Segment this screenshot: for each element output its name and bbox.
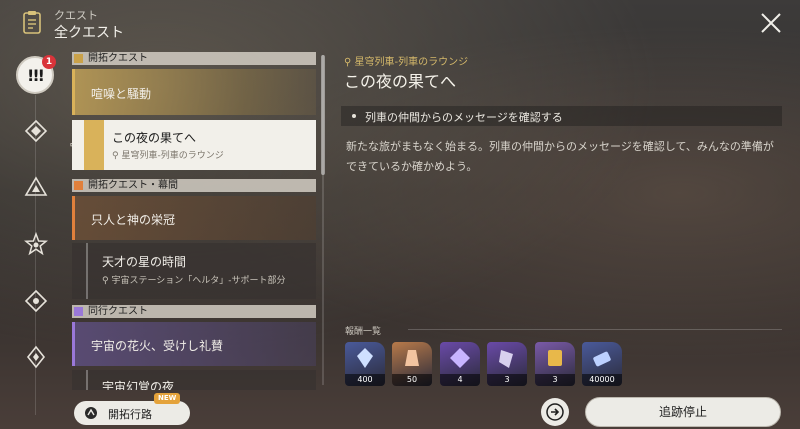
- quest-item[interactable]: 只人と神の栄冠: [72, 196, 316, 240]
- navigate-arrow-icon: [546, 403, 564, 421]
- reward-item[interactable]: 4: [440, 342, 480, 386]
- trailblaze-path-button[interactable]: 開拓行路 NEW: [74, 393, 190, 425]
- quest-item[interactable]: 宇宙幻覚の夜: [72, 370, 316, 390]
- rewards-title: 報酬一覧: [345, 327, 382, 337]
- trailblaze-diamond-icon: [24, 119, 48, 143]
- section-label: 同行クエスト: [88, 306, 148, 317]
- reward-count: 3: [535, 374, 575, 386]
- quest-location-text: 宇宙ステーション「ヘルタ」-サポート部分: [111, 276, 286, 286]
- quest-description: 新たな旅がまもなく始まる。列車の仲間からのメッセージを確認して、みんなの準備がで…: [346, 140, 774, 173]
- section-label: 開拓クエスト: [88, 53, 148, 64]
- objective-text: 列車の仲間からのメッセージを確認する: [365, 111, 563, 124]
- sub-quest-indicator: [86, 370, 88, 390]
- reward-count: 3: [487, 374, 527, 386]
- quest-item-selected[interactable]: この夜の果てへ ⚲ 星穹列車-列車のラウンジ: [72, 120, 316, 170]
- reward-count: 50: [392, 374, 432, 386]
- quest-objective: 列車の仲間からのメッセージを確認する: [341, 106, 782, 126]
- reward-count: 40000: [582, 374, 622, 386]
- reward-count: 4: [440, 374, 480, 386]
- stop-tracking-button[interactable]: 追跡停止: [585, 397, 781, 427]
- quest-list[interactable]: 開拓クエスト 喧噪と騒動 この夜の果てへ ⚲ 星穹列車-列車のラウンジ 開拓クエ…: [72, 52, 316, 390]
- quest-title: 宇宙の花火、受けし礼賛: [91, 339, 224, 353]
- companion-category-icon: [74, 307, 83, 316]
- sub-quest-indicator: [86, 243, 88, 299]
- path-icon: [85, 407, 97, 419]
- triangle-quest-icon: [24, 176, 48, 196]
- section-header-companion: 同行クエスト: [72, 305, 316, 318]
- reward-item[interactable]: 3: [535, 342, 575, 386]
- section-label: 開拓クエスト・幕間: [88, 180, 178, 191]
- reward-item[interactable]: 50: [392, 342, 432, 386]
- quest-alert-icon: !!!: [27, 65, 45, 85]
- exp-crystal-icon: [405, 350, 419, 366]
- rail-tab-companion[interactable]: [21, 229, 51, 259]
- companion-quest-icon: [26, 345, 46, 369]
- quest-title: 宇宙幻覚の夜: [102, 380, 175, 390]
- rail-tab-trailblaze[interactable]: [21, 116, 51, 146]
- trailblaze-category-icon: [74, 54, 83, 63]
- purple-material-icon: [450, 348, 470, 368]
- section-header-trailblaze: 開拓クエスト: [72, 52, 316, 65]
- quest-item[interactable]: 宇宙の花火、受けし礼賛: [72, 322, 316, 366]
- star-quest-icon: [24, 232, 48, 256]
- notification-badge: 1: [42, 55, 56, 69]
- quest-location-text: 星穹列車-列車のラウンジ: [121, 151, 224, 161]
- reward-item[interactable]: 40000: [582, 342, 622, 386]
- quest-item[interactable]: 喧噪と騒動: [72, 69, 316, 115]
- quest-title: 喧噪と騒動: [91, 87, 152, 101]
- quest-title: 只人と神の栄冠: [91, 213, 176, 227]
- reward-item[interactable]: 3: [487, 342, 527, 386]
- bullet-icon: [352, 114, 356, 118]
- section-header-interlude: 開拓クエスト・幕間: [72, 179, 316, 192]
- detail-location: ⚲ 星穹列車-列車のラウンジ: [344, 57, 469, 68]
- close-icon[interactable]: [758, 10, 784, 36]
- new-badge: NEW: [154, 393, 181, 404]
- diamond-quest-icon: [24, 289, 48, 313]
- tracked-quest-icon: [84, 120, 104, 170]
- quest-item[interactable]: 天才の星の時間 ⚲ 宇宙ステーション「ヘルタ」-サポート部分: [72, 243, 316, 299]
- rail-tab-daily[interactable]: [21, 342, 51, 372]
- detail-location-text: 星穹列車-列車のラウンジ: [354, 57, 469, 68]
- purple-material-2-icon: [499, 350, 513, 368]
- gold-book-icon: [548, 350, 562, 366]
- rail-tab-interlude[interactable]: [21, 172, 51, 202]
- quest-title: 天才の星の時間: [102, 255, 187, 269]
- list-scrollbar-thumb[interactable]: [321, 55, 325, 175]
- quest-screen: クエスト 全クエスト !!! 1 開拓クエスト 喧噪と騒動 この夜の果てへ ⚲ …: [0, 0, 800, 429]
- interlude-category-icon: [74, 181, 83, 190]
- reward-item[interactable]: 400: [345, 342, 385, 386]
- clipboard-icon: [23, 11, 41, 34]
- navigate-button[interactable]: [541, 398, 569, 426]
- quest-location: ⚲ 宇宙ステーション「ヘルタ」-サポート部分: [102, 276, 286, 286]
- rail-tab-adventure[interactable]: [21, 286, 51, 316]
- detail-title: この夜の果てへ: [344, 72, 457, 91]
- credit-icon: [593, 351, 611, 367]
- page-title: 全クエスト: [54, 25, 124, 41]
- quest-title: この夜の果てへ: [112, 131, 197, 145]
- stellar-jade-icon: [357, 348, 373, 368]
- rewards-divider: [408, 329, 782, 330]
- header-subtitle: クエスト: [54, 9, 98, 22]
- quest-location: ⚲ 星穹列車-列車のラウンジ: [112, 151, 224, 161]
- reward-count: 400: [345, 374, 385, 386]
- trailblaze-path-label: 開拓行路: [108, 408, 152, 421]
